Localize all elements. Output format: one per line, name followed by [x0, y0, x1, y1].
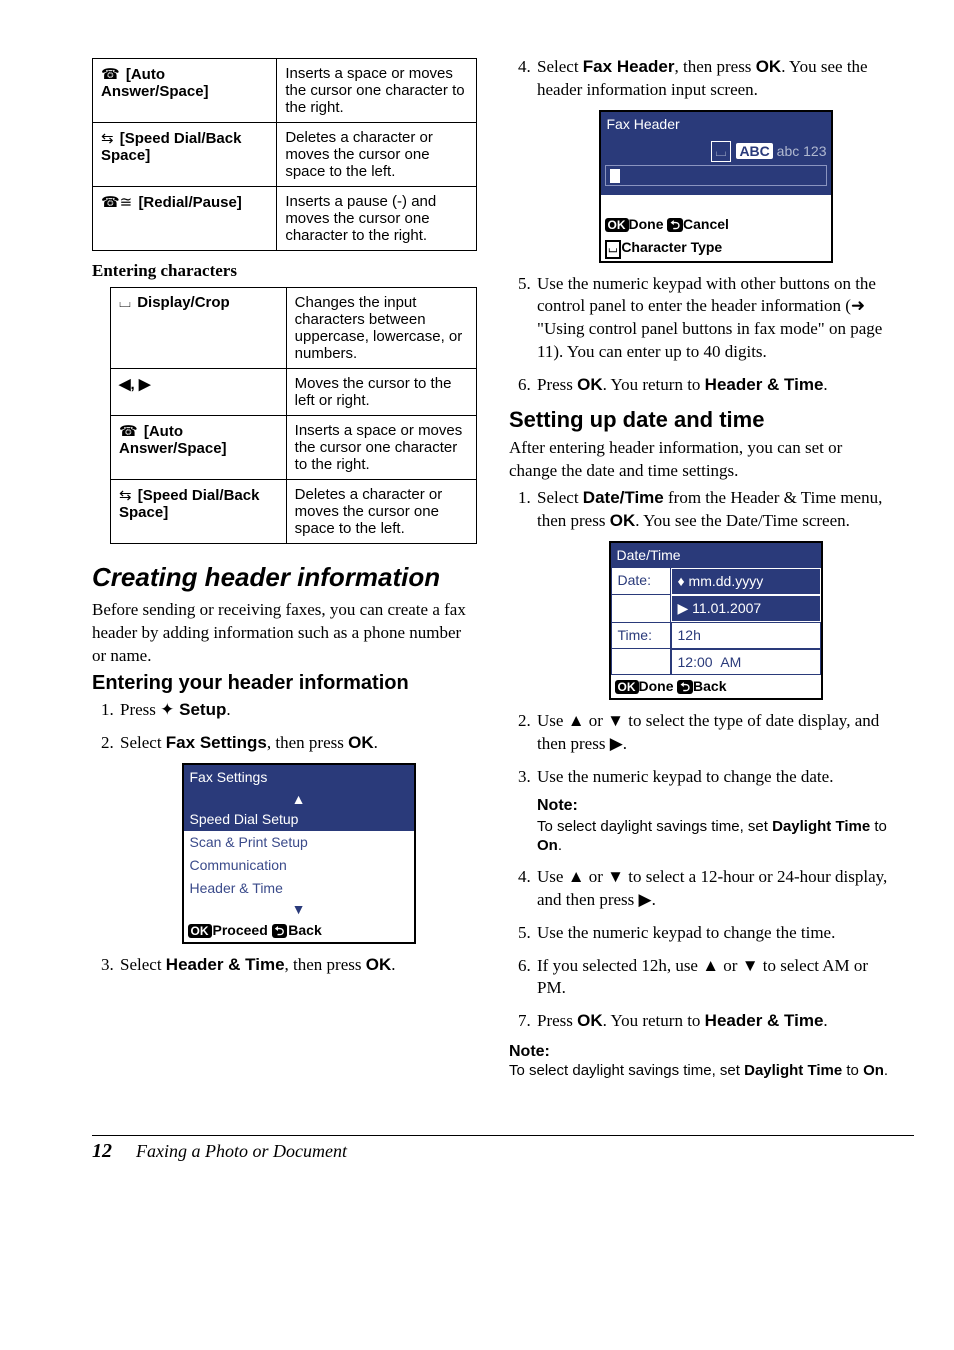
page-footer: 12 Faxing a Photo or Document — [92, 1135, 914, 1163]
fax-settings-screenshot: Fax Settings ▲ Speed Dial Setup Scan & P… — [182, 763, 416, 944]
footer-title: Faxing a Photo or Document — [136, 1141, 347, 1162]
crop-icon: ⌴ — [711, 141, 730, 162]
entering-header-steps: Press ✦ Setup. Select Fax Settings, then… — [92, 699, 477, 977]
date-steps: Select Date/Time from the Header & Time … — [509, 487, 894, 1033]
back-icon: ⮌ — [677, 680, 693, 694]
note-body: To select daylight savings time, set Day… — [509, 1061, 894, 1081]
back-icon: ⮌ — [272, 924, 288, 938]
setting-date-intro: After entering header information, you c… — [509, 437, 894, 483]
entering-chars-heading: Entering characters — [92, 261, 477, 281]
fax-header-screenshot: Fax Header ⌴ ABC abc 123 OKDone ⮌Cancel … — [599, 110, 833, 263]
creating-header-h2: Creating header information — [92, 562, 477, 593]
entering-header-h3: Entering your header information — [92, 672, 477, 695]
date-time-screenshot: Date/Time Date:♦ mm.dd.yyyy ▶ 11.01.2007… — [609, 541, 823, 700]
phone-buttons-table: ☎ [Auto Answer/Space]Inserts a space or … — [92, 58, 477, 251]
crop-icon: ⌴ — [605, 240, 622, 259]
note-heading: Note: — [509, 1043, 894, 1061]
right-steps-1: Select Fax Header, then press OK. You se… — [509, 56, 894, 397]
setting-date-h3: Setting up date and time — [509, 407, 894, 433]
page-number: 12 — [92, 1140, 112, 1163]
chars-table: ⌴ Display/CropChanges the input characte… — [110, 287, 477, 544]
back-icon: ⮌ — [667, 218, 683, 232]
creating-header-intro: Before sending or receiving faxes, you c… — [92, 599, 477, 668]
